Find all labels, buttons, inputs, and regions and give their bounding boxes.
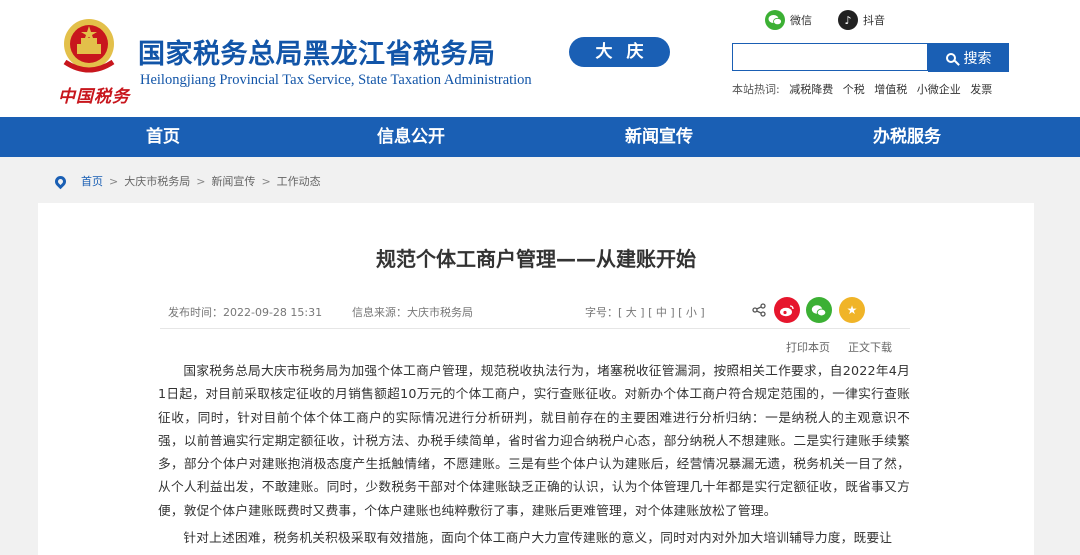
article-paragraph: 国家税务总局大庆市税务局为加强个体工商户管理，规范税收执法行为，堵塞税收征管漏洞… bbox=[158, 363, 910, 518]
article-title: 规范个体工商户管理——从建账开始 bbox=[376, 247, 696, 271]
font-size-switch[interactable]: 字号：[ 大 ] [ 中 ] [ 小 ] bbox=[585, 304, 705, 320]
breadcrumb-separator: > bbox=[196, 174, 206, 188]
breadcrumb-separator: > bbox=[109, 174, 119, 188]
national-emblem-icon bbox=[63, 19, 115, 73]
print-link[interactable]: 打印本页 bbox=[786, 339, 830, 355]
nav-item-tax-services[interactable]: 办税服务 bbox=[827, 117, 987, 157]
site-title[interactable]: 国家税务总局黑龙江省税务局 bbox=[138, 32, 496, 71]
article-source: 信息来源：大庆市税务局 bbox=[352, 306, 473, 319]
wechat-link[interactable]: 微信 bbox=[765, 10, 812, 30]
hot-word-link[interactable]: 减税降费 bbox=[789, 83, 833, 96]
nav-item-news[interactable]: 新闻宣传 bbox=[579, 117, 739, 157]
breadcrumb-item[interactable]: 新闻宣传 bbox=[211, 173, 255, 189]
search-input[interactable] bbox=[732, 43, 928, 71]
meta-divider bbox=[160, 328, 910, 329]
article-card: 规范个体工商户管理——从建账开始 发布时间：2022-09-28 15:31 信… bbox=[38, 203, 1034, 555]
hot-words: 本站热词: 减税降费 个税 增值税 小微企业 发票 bbox=[732, 81, 992, 97]
share-icon[interactable] bbox=[752, 303, 766, 317]
nav-item-info-disclosure[interactable]: 信息公开 bbox=[331, 117, 491, 157]
site-title-english: Heilongjiang Provincial Tax Service, Sta… bbox=[140, 72, 532, 88]
breadcrumb-item[interactable]: 大庆市税务局 bbox=[124, 173, 190, 189]
search-button[interactable]: 搜索 bbox=[928, 43, 1009, 72]
wechat-share-icon[interactable] bbox=[806, 297, 832, 323]
city-badge[interactable]: 大庆 bbox=[569, 37, 670, 67]
hot-words-label: 本站热词: bbox=[732, 83, 780, 96]
douyin-link[interactable]: ♪ 抖音 bbox=[838, 10, 885, 30]
hot-word-link[interactable]: 个税 bbox=[843, 83, 865, 96]
hot-word-link[interactable]: 增值税 bbox=[874, 83, 907, 96]
nav-item-home[interactable]: 首页 bbox=[83, 117, 243, 157]
search-button-label: 搜索 bbox=[963, 49, 992, 66]
article-body: 国家税务总局大庆市税务局为加强个体工商户管理，规范税收执法行为，堵塞税收征管漏洞… bbox=[158, 359, 910, 549]
download-link[interactable]: 正文下载 bbox=[848, 339, 892, 355]
main-nav: 首页 信息公开 新闻宣传 办税服务 bbox=[0, 117, 1080, 157]
hot-word-link[interactable]: 发票 bbox=[970, 83, 992, 96]
douyin-label: 抖音 bbox=[863, 14, 885, 27]
publish-time: 发布时间：2022-09-28 15:31 bbox=[168, 306, 323, 319]
hot-word-link[interactable]: 小微企业 bbox=[917, 83, 961, 96]
favorite-star-icon[interactable]: ★ bbox=[839, 297, 865, 323]
douyin-icon: ♪ bbox=[838, 10, 858, 30]
location-pin-icon bbox=[52, 173, 69, 189]
weibo-share-icon[interactable] bbox=[774, 297, 800, 323]
search-icon bbox=[945, 52, 956, 63]
wechat-label: 微信 bbox=[790, 14, 812, 27]
breadcrumb-separator: > bbox=[261, 174, 271, 188]
brand-script-logo: 中国税务 bbox=[58, 87, 130, 107]
wechat-icon bbox=[765, 10, 785, 30]
site-header: 中国税务 国家税务总局黑龙江省税务局 Heilongjiang Provinci… bbox=[0, 0, 1080, 117]
breadcrumb: 首页 > 大庆市税务局 > 新闻宣传 > 工作动态 bbox=[52, 173, 321, 189]
breadcrumb-home[interactable]: 首页 bbox=[81, 173, 103, 189]
breadcrumb-item[interactable]: 工作动态 bbox=[277, 173, 321, 189]
article-paragraph: 针对上述困难，税务机关积极采取有效措施，面向个体工商户大力宣传建账的意义，同时对… bbox=[183, 530, 893, 546]
